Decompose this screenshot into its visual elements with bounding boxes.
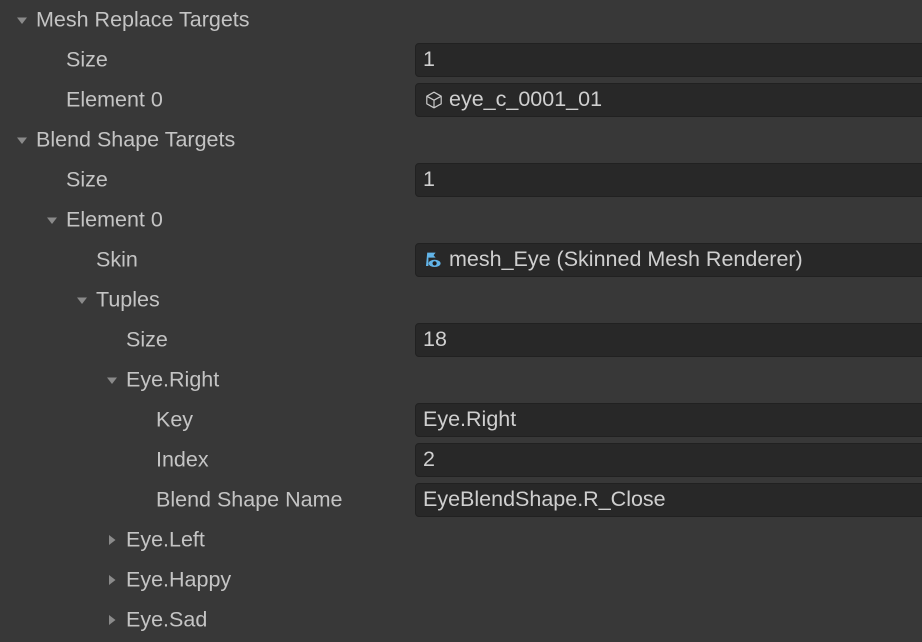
property-label: Mesh Replace Targets — [36, 7, 250, 32]
empty-value — [415, 200, 922, 240]
empty-value — [415, 600, 922, 640]
property-value-cell: 1 — [415, 160, 922, 200]
foldout-expanded-icon[interactable] — [14, 12, 30, 28]
property-label-cell: Skin — [0, 240, 415, 280]
empty-value — [415, 560, 922, 600]
field-value: 18 — [423, 327, 447, 352]
property-label-cell: Size — [0, 40, 415, 80]
property-value-cell — [415, 360, 922, 400]
property-value-cell: 18 — [415, 320, 922, 360]
foldout-expanded-icon[interactable] — [14, 132, 30, 148]
inspector-row: Index 2 — [0, 440, 922, 480]
property-value-cell — [415, 600, 922, 640]
property-value-cell: eye_c_0001_01 — [415, 80, 922, 120]
inspector-row: Blend Shape Targets — [0, 120, 922, 160]
inspector-row: Size 1 — [0, 40, 922, 80]
property-label-cell: Eye.Happy — [0, 560, 415, 600]
property-label-cell: Size — [0, 320, 415, 360]
empty-value — [415, 120, 922, 160]
property-label-cell: Mesh Replace Targets — [0, 0, 415, 40]
property-label-cell: Eye.Right — [0, 360, 415, 400]
property-label: Key — [156, 407, 194, 432]
property-value-cell — [415, 560, 922, 600]
inspector-row: Eye.Happy — [0, 560, 922, 600]
property-label-cell: Element 0 — [0, 200, 415, 240]
property-label-cell: Index — [0, 440, 415, 480]
property-label-cell: Eye.Left — [0, 520, 415, 560]
empty-value — [415, 0, 922, 40]
text-field[interactable]: 2 — [415, 443, 922, 477]
property-value-cell: EyeBlendShape.R_Close — [415, 480, 922, 520]
field-value: 2 — [423, 447, 435, 472]
foldout-expanded-icon[interactable] — [74, 292, 90, 308]
object-field[interactable]: eye_c_0001_01 — [415, 83, 922, 117]
property-label-cell: Eye.Sad — [0, 600, 415, 640]
field-value: eye_c_0001_01 — [449, 87, 603, 112]
property-label: Eye.Left — [126, 527, 205, 552]
property-label: Size — [126, 327, 168, 352]
property-label: Eye.Sad — [126, 607, 208, 632]
text-field[interactable]: 1 — [415, 43, 922, 77]
text-field[interactable]: EyeBlendShape.R_Close — [415, 483, 922, 517]
foldout-collapsed-icon[interactable] — [104, 532, 120, 548]
inspector-row: Eye.Left — [0, 520, 922, 560]
property-label-cell: Element 0 — [0, 80, 415, 120]
property-label-cell: Blend Shape Name — [0, 480, 415, 520]
field-value: mesh_Eye (Skinned Mesh Renderer) — [449, 247, 803, 272]
empty-value — [415, 520, 922, 560]
property-label: Eye.Happy — [126, 567, 232, 592]
inspector-row: Skin mesh_Eye (Skinned Mesh Renderer) — [0, 240, 922, 280]
inspector-row: Tuples — [0, 280, 922, 320]
inspector-row: Key Eye.Right — [0, 400, 922, 440]
property-label-cell: Blend Shape Targets — [0, 120, 415, 160]
foldout-collapsed-icon[interactable] — [104, 612, 120, 628]
property-value-cell — [415, 520, 922, 560]
property-label: Blend Shape Targets — [36, 127, 236, 152]
property-label: Element 0 — [66, 207, 163, 232]
property-label-cell: Tuples — [0, 280, 415, 320]
foldout-expanded-icon[interactable] — [104, 372, 120, 388]
empty-value — [415, 280, 922, 320]
field-value: 1 — [423, 47, 435, 72]
property-label-cell: Size — [0, 160, 415, 200]
property-label: Size — [66, 167, 108, 192]
foldout-collapsed-icon[interactable] — [104, 572, 120, 588]
inspector-row: Eye.Sad — [0, 600, 922, 640]
inspector-row: Element 0 eye_c_0001_01 — [0, 80, 922, 120]
property-value-cell: 2 — [415, 440, 922, 480]
inspector-row: Size 18 — [0, 320, 922, 360]
property-label: Element 0 — [66, 87, 163, 112]
property-label: Blend Shape Name — [156, 487, 343, 512]
field-value: 1 — [423, 167, 435, 192]
text-field[interactable]: Eye.Right — [415, 403, 922, 437]
object-field[interactable]: mesh_Eye (Skinned Mesh Renderer) — [415, 243, 922, 277]
inspector-row: Eye.Right — [0, 360, 922, 400]
property-value-cell — [415, 120, 922, 160]
inspector-panel: Mesh Replace Targets Size 1 Element 0 eye_c_… — [0, 0, 922, 642]
field-value: Eye.Right — [423, 407, 517, 432]
property-value-cell: mesh_Eye (Skinned Mesh Renderer) — [415, 240, 922, 280]
inspector-row: Size 1 — [0, 160, 922, 200]
skinned-mesh-renderer-icon — [423, 249, 445, 271]
mesh-icon — [423, 89, 445, 111]
field-value: EyeBlendShape.R_Close — [423, 487, 666, 512]
empty-value — [415, 360, 922, 400]
property-value-cell: 1 — [415, 40, 922, 80]
text-field[interactable]: 18 — [415, 323, 922, 357]
foldout-expanded-icon[interactable] — [44, 212, 60, 228]
property-value-cell — [415, 0, 922, 40]
property-label: Tuples — [96, 287, 160, 312]
property-label: Skin — [96, 247, 138, 272]
text-field[interactable]: 1 — [415, 163, 922, 197]
inspector-row: Mesh Replace Targets — [0, 0, 922, 40]
property-value-cell: Eye.Right — [415, 400, 922, 440]
property-label: Index — [156, 447, 209, 472]
property-label: Eye.Right — [126, 367, 220, 392]
property-label-cell: Key — [0, 400, 415, 440]
inspector-row: Blend Shape Name EyeBlendShape.R_Close — [0, 480, 922, 520]
property-value-cell — [415, 200, 922, 240]
inspector-row: Element 0 — [0, 200, 922, 240]
property-label: Size — [66, 47, 108, 72]
property-value-cell — [415, 280, 922, 320]
